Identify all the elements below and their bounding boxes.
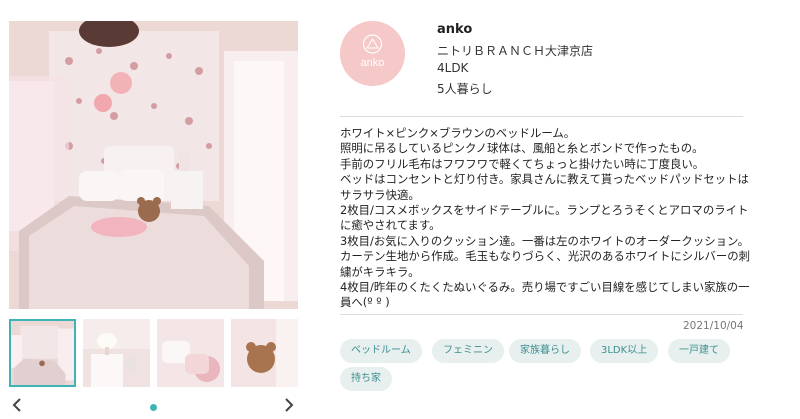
user-name[interactable]: anko: [437, 22, 472, 37]
description-line: サラサラ快適。: [340, 187, 420, 202]
description-line: 4枚目/昨年のくたくたぬいぐるみ。売り場ですごい目線を感じてしまい家族の一: [340, 280, 750, 295]
tag-family-living[interactable]: 家族暮らし: [509, 339, 581, 363]
tag-owned-home[interactable]: 持ち家: [340, 367, 392, 391]
thumbnail-4[interactable]: [231, 319, 298, 387]
tag-3ldk-plus[interactable]: 3LDK以上: [590, 339, 659, 363]
main-room-photo[interactable]: [9, 21, 298, 309]
tag-bedroom[interactable]: ベッドルーム: [340, 339, 422, 363]
thumbnail-strip: [9, 319, 298, 387]
thumbnail-1[interactable]: [9, 319, 76, 387]
user-household: 5人暮らし: [437, 82, 493, 96]
chevron-left-icon[interactable]: [10, 398, 24, 414]
description-line: ホワイト×ピンク×ブラウンのベッドルーム。: [340, 126, 576, 140]
user-layout: 4LDK: [437, 61, 469, 75]
divider: [340, 116, 743, 117]
chevron-right-icon[interactable]: [282, 398, 296, 414]
post-description: ホワイト×ピンク×ブラウンのベッドルーム。 照明に吊るしているピンクノ球体は、風…: [340, 126, 751, 311]
page-dot[interactable]: [150, 404, 157, 411]
divider: [340, 314, 743, 315]
description-line: 繍がキラキラ。: [340, 264, 420, 279]
description-line: カーテン生地から作成。毛玉もなりづらく、光沢のあるホワイトにシルバーの刺: [340, 249, 751, 264]
description-line: ベッドはコンセントと灯り付き。家具さんに教えて貰ったベッドパッドセットは: [340, 172, 749, 187]
user-avatar[interactable]: anko: [340, 21, 405, 86]
thumbnail-3[interactable]: [157, 319, 224, 387]
tag-feminine[interactable]: フェミニン: [432, 339, 504, 363]
description-line: 2枚目/コスメボックスをサイドテーブルに。ランプとろうそくとアロマのライト: [340, 203, 749, 218]
post-date: 2021/10/04: [683, 320, 744, 332]
description-line: 3枚目/お気に入りのクッション達。一番は左のホワイトのオーダークッション。: [340, 233, 750, 248]
description-line: 照明に吊るしているピンクノ球体は、風船と糸とボンドで作ったもの。: [340, 141, 704, 156]
description-line: 員へ(º º ): [340, 295, 390, 310]
tag-detached-house[interactable]: 一戸建て: [668, 339, 730, 363]
user-store: ニトリＢＲＡＮＣＨ大津京店: [437, 44, 594, 58]
thumbnail-2[interactable]: [83, 319, 150, 387]
description-line: に癒やされてます。: [340, 218, 441, 233]
avatar-text: anko: [361, 57, 385, 69]
description-line: 手前のフリル毛布はフワフワで軽くてちょっと掛けたい時に丁度良い。: [340, 156, 705, 171]
